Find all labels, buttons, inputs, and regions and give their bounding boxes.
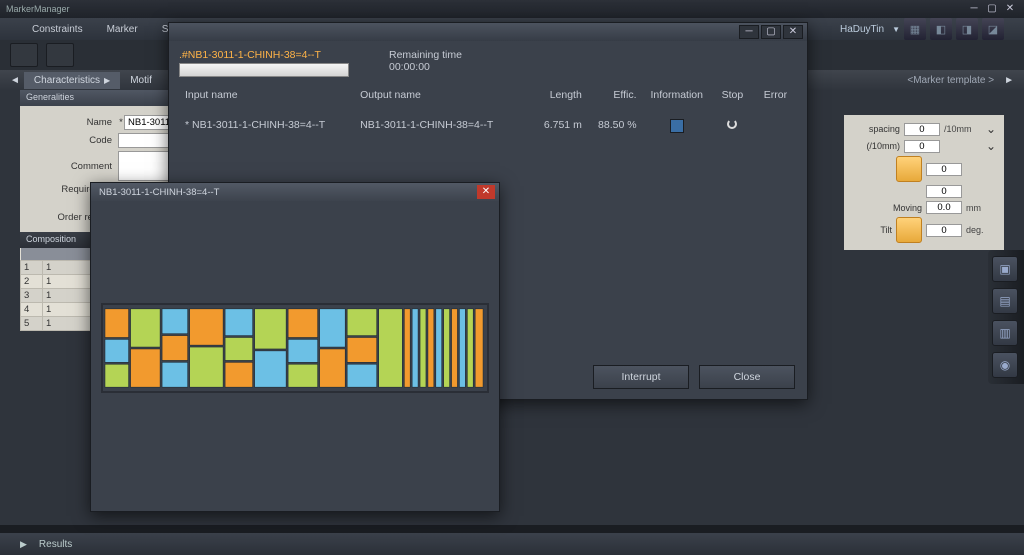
col-effic: Effic. <box>588 89 643 101</box>
maximize-icon[interactable]: ▢ <box>984 2 1000 16</box>
ribbon-prev-icon[interactable]: ◄ <box>6 75 24 86</box>
close-icon[interactable]: ✕ <box>1002 2 1018 16</box>
info-icon[interactable] <box>670 119 684 133</box>
preview-close-icon[interactable]: ✕ <box>477 185 495 199</box>
col-stop: Stop <box>711 89 754 101</box>
col-error: Error <box>754 89 797 101</box>
remaining-label: Remaining time <box>389 49 462 61</box>
tilt-icon[interactable] <box>896 217 922 243</box>
marker-preview <box>101 303 489 393</box>
marker-template-label[interactable]: <Marker template > <box>901 75 1000 86</box>
per10-label: (/10mm) <box>848 141 900 151</box>
code-label: Code <box>28 135 118 146</box>
side-btn-3[interactable]: ▥ <box>992 320 1018 346</box>
moving-label: Moving <box>848 203 922 213</box>
preview-title: NB1-3011-1-CHINH-38=4--T <box>95 187 219 198</box>
preview-dialog: NB1-3011-1-CHINH-38=4--T ✕ <box>90 182 500 512</box>
interrupt-button[interactable]: Interrupt <box>593 365 689 389</box>
progress-file: .#NB1-3011-1-CHINH-38=4--T <box>179 49 349 61</box>
pattern-icon[interactable] <box>896 156 922 182</box>
menu-constraints[interactable]: Constraints <box>20 20 95 39</box>
comment-label: Comment <box>28 161 118 172</box>
dialog-minimize-icon[interactable]: ─ <box>739 25 759 39</box>
pattern-val-field[interactable] <box>926 163 962 176</box>
spacing-field[interactable] <box>904 123 940 136</box>
bottom-val-field[interactable] <box>926 185 962 198</box>
per10-field[interactable] <box>904 140 940 153</box>
results-tab[interactable]: Results <box>27 536 84 553</box>
statusbar: ▶ Results <box>0 533 1024 555</box>
spacing-label: spacing <box>848 124 900 134</box>
spinner-icon[interactable] <box>727 119 737 129</box>
right-panel: spacing/10mm⌄ (/10mm)⌄ Movingmm Tiltdeg. <box>844 115 1004 250</box>
chevron-down-icon[interactable]: ⌄ <box>982 139 1000 153</box>
menu-marker[interactable]: Marker <box>95 20 150 39</box>
dialog-close-icon[interactable]: ✕ <box>783 25 803 39</box>
tool-slot-1[interactable] <box>10 43 38 67</box>
col-info: Information <box>643 89 711 101</box>
tab-characteristics[interactable]: Characteristics▶ <box>24 72 120 89</box>
dialog-maximize-icon[interactable]: ▢ <box>761 25 781 39</box>
col-length: Length <box>529 89 588 101</box>
app-titlebar: MarkerManager ─ ▢ ✕ <box>0 0 1024 18</box>
remaining-value: 00:00:00 <box>389 61 462 73</box>
close-button[interactable]: Close <box>699 365 795 389</box>
chevron-down-icon[interactable]: ⌄ <box>982 122 1000 136</box>
progress-row[interactable]: * NB1-3011-1-CHINH-38=4--T NB1-3011-1-CH… <box>179 119 797 136</box>
progress-bar <box>179 63 349 77</box>
tool-slot-2[interactable] <box>46 43 74 67</box>
tab-motif[interactable]: Motif <box>120 72 162 89</box>
user-name[interactable]: HaDuyTin <box>832 24 892 35</box>
side-btn-1[interactable]: ▣ <box>992 256 1018 282</box>
status-next-icon[interactable]: ▶ <box>20 539 27 550</box>
col-output: Output name <box>354 89 529 101</box>
toolbar-icon-4[interactable]: ◪ <box>982 18 1004 40</box>
app-title: MarkerManager <box>6 4 70 14</box>
toolbar-icon-2[interactable]: ◧ <box>930 18 952 40</box>
side-btn-4[interactable]: ◉ <box>992 352 1018 378</box>
toolbar-icon-3[interactable]: ◨ <box>956 18 978 40</box>
user-dropdown-icon[interactable]: ▼ <box>892 25 900 34</box>
tilt-field[interactable] <box>926 224 962 237</box>
toolbar-icon-1[interactable]: ▦ <box>904 18 926 40</box>
minimize-icon[interactable]: ─ <box>966 2 982 16</box>
side-toolbar: ▣ ▤ ▥ ◉ <box>988 250 1024 384</box>
preview-titlebar[interactable]: NB1-3011-1-CHINH-38=4--T ✕ <box>91 183 499 201</box>
ribbon-next-icon[interactable]: ► <box>1000 75 1018 86</box>
side-btn-2[interactable]: ▤ <box>992 288 1018 314</box>
dialog-titlebar[interactable]: ─ ▢ ✕ <box>169 23 807 41</box>
moving-field[interactable] <box>926 201 962 214</box>
name-label: Name <box>28 117 118 128</box>
tilt-label: Tilt <box>848 225 892 235</box>
col-input: Input name <box>179 89 354 101</box>
